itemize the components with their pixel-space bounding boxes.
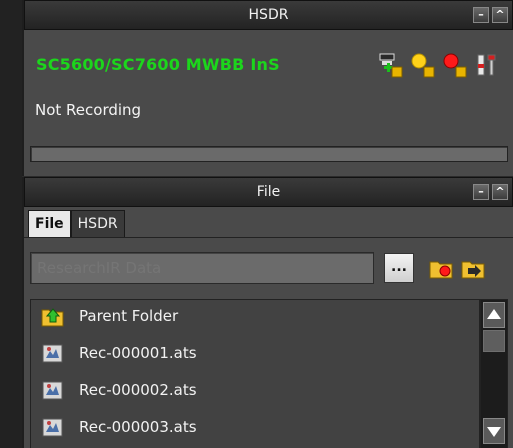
device-name: SC5600/SC7600 MWBB InS (36, 55, 280, 74)
file-panel: File – ^ File HSDR ... Parent Fold (22, 177, 513, 448)
file-tabs: File HSDR (28, 210, 125, 238)
hsdr-panel-title: HSDR (248, 7, 289, 23)
list-item[interactable]: Parent Folder (31, 300, 479, 334)
list-item-label: Rec-000002.ats (79, 381, 197, 399)
recording-file-icon (41, 417, 65, 439)
recording-file-icon (41, 380, 65, 402)
file-panel-title: File (256, 184, 281, 200)
tab-file[interactable]: File (28, 210, 71, 238)
file-list-scrollbar[interactable] (480, 299, 508, 448)
browse-button[interactable]: ... (384, 253, 414, 283)
scroll-up-button[interactable] (483, 302, 505, 328)
minimize-button[interactable]: – (473, 7, 489, 23)
minimize-button[interactable]: – (473, 184, 489, 200)
hsdr-panel: HSDR – ^ SC5600/SC7600 MWBB InS Not Reco… (22, 0, 513, 176)
add-device-icon[interactable] (378, 52, 404, 78)
export-folder-icon[interactable] (460, 257, 488, 281)
tab-hsdr[interactable]: HSDR (70, 210, 125, 238)
parent-folder-icon (41, 306, 65, 328)
left-edge-strip (0, 0, 22, 448)
scroll-down-button[interactable] (483, 418, 505, 444)
scroll-thumb[interactable] (483, 330, 505, 352)
list-item[interactable]: Rec-000001.ats (31, 337, 479, 371)
maximize-button[interactable]: ^ (492, 184, 508, 200)
recording-file-icon (41, 343, 65, 365)
list-item[interactable]: Rec-000003.ats (31, 411, 479, 445)
list-item-label: Parent Folder (79, 307, 179, 325)
record-folder-icon[interactable] (428, 257, 456, 281)
file-list[interactable]: Parent Folder Rec-000001.ats Rec-000002.… (30, 299, 480, 448)
maximize-button[interactable]: ^ (492, 7, 508, 23)
record-red-icon[interactable] (442, 52, 468, 78)
recording-status: Not Recording (35, 101, 142, 119)
list-item-label: Rec-000001.ats (79, 344, 197, 362)
tools-icon[interactable] (474, 52, 500, 78)
arrow-down-icon (487, 427, 501, 437)
tab-divider (24, 237, 513, 238)
recording-progress-bar (30, 146, 508, 162)
device-row: SC5600/SC7600 MWBB InS (36, 50, 506, 80)
list-item-label: Rec-000003.ats (79, 418, 197, 436)
list-item[interactable]: Rec-000002.ats (31, 374, 479, 408)
file-titlebar[interactable]: File – ^ (24, 177, 513, 207)
data-folder-input[interactable] (30, 252, 374, 284)
connect-yellow-icon[interactable] (410, 52, 436, 78)
arrow-up-icon (487, 309, 501, 319)
hsdr-titlebar[interactable]: HSDR – ^ (24, 0, 513, 30)
